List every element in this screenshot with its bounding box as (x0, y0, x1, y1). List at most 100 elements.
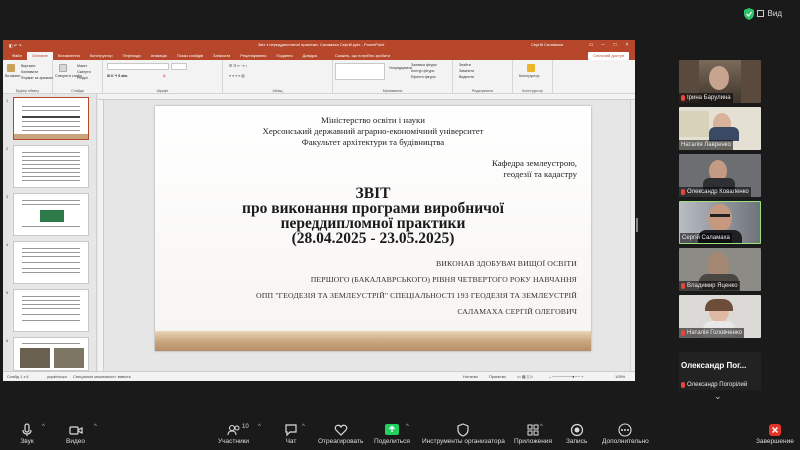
slide-editor: Міністерство освіти і науки Херсонський … (98, 94, 635, 372)
participants-options-caret[interactable]: ^ (258, 424, 261, 430)
language-indicator[interactable]: українська (47, 374, 67, 379)
participant-name: Олександр Коваленко (687, 189, 749, 195)
tell-me-search[interactable]: Скажіть, що потрібно зробити (330, 52, 395, 60)
new-slide-icon[interactable] (59, 64, 67, 72)
end-meeting-button[interactable]: Завершение (756, 423, 794, 445)
document-title: Звіт з переддипломної практики. Саламаха… (258, 42, 385, 47)
chat-bubble-icon (285, 424, 297, 437)
participants-count: 10 (242, 424, 249, 430)
heart-icon (334, 424, 348, 436)
list-buttons[interactable]: ☰ ☷ ⇤ ⇥ ↕ (229, 64, 247, 68)
zoom-slider[interactable]: – ───────●── + (549, 374, 584, 379)
chat-button[interactable]: Чат (284, 423, 298, 445)
report-subtitle-2: переддипломної практики (280, 215, 466, 232)
designer-icon[interactable] (527, 64, 535, 72)
tab-review[interactable]: Рецензування (235, 52, 271, 60)
tab-file[interactable]: Файл (7, 52, 27, 60)
tab-animations[interactable]: Анімація (146, 52, 172, 60)
participant-tile-no-video[interactable]: Олександр Погорілий (679, 352, 761, 390)
tab-home[interactable]: Основне (26, 52, 53, 60)
participant-tile[interactable]: Владимир Яценко (679, 248, 761, 291)
audio-button[interactable]: Звук (20, 423, 34, 445)
minimize-icon[interactable]: – (599, 40, 607, 50)
more-dots-icon (618, 423, 632, 437)
video-options-caret[interactable]: ^ (94, 424, 97, 430)
zoom-level[interactable]: 105% (615, 374, 625, 379)
participant-tile-active-speaker[interactable]: Сергій Саламаха (679, 201, 761, 244)
university-line: Херсонський державний аграрно-економічни… (262, 126, 484, 136)
group-designer: Конструктор Конструктор (513, 60, 553, 94)
group-clipboard: Вставити Вирізати Копіювати Формат за зр… (3, 60, 53, 94)
font-color-icon[interactable]: A (163, 74, 165, 78)
accessibility-status[interactable]: Спеціальні можливості: вивчіть (73, 374, 131, 379)
vertical-scrollbar[interactable] (630, 100, 635, 372)
apps-options-caret[interactable]: ^ (540, 424, 543, 430)
share-screen-icon (384, 424, 399, 435)
participant-tile[interactable]: Ірина Барулина (679, 60, 761, 103)
align-buttons[interactable]: ≡ ≡ ≡ ≡ ▥ (229, 74, 245, 78)
close-icon[interactable]: × (623, 40, 631, 50)
slide-thumbnail-2[interactable] (13, 145, 89, 188)
font-size-select[interactable] (171, 63, 187, 70)
video-camera-icon (68, 426, 83, 435)
share-options-caret[interactable]: ^ (406, 424, 409, 430)
participant-name: Олександр Погорілий (687, 382, 748, 388)
slide-thumbnail-6[interactable] (13, 337, 89, 371)
share-screen-button[interactable]: Поделиться (374, 423, 410, 445)
group-drawing: Упорядкувати Заливка фігури Контур фігур… (333, 60, 453, 94)
participant-tile[interactable]: Олександр Коваленко (679, 154, 761, 197)
notes-toggle[interactable]: Нотатки (463, 374, 478, 379)
department-line-1: Кафедра землеустрою, (492, 158, 577, 168)
ribbon-options-icon[interactable]: ▭ (587, 40, 595, 50)
participants-icon (226, 424, 240, 436)
tab-view[interactable]: Подання (271, 52, 297, 60)
view-button[interactable]: Вид (756, 9, 782, 18)
author-line-1: ВИКОНАВ ЗДОБУВАЧ ВИЩОЇ ОСВІТИ (435, 259, 577, 268)
maximize-icon[interactable]: □ (611, 40, 619, 50)
audio-options-caret[interactable]: ^ (42, 424, 45, 430)
status-bar: Слайд 1 з 6 українська Спеціальні можлив… (3, 371, 635, 381)
slide-thumbnail-1[interactable] (13, 97, 89, 140)
report-dates: (28.04.2025 - 23.05.2025) (291, 230, 455, 247)
tab-help[interactable]: Довідка (298, 52, 322, 60)
participant-tile[interactable]: Наталія Головченко (679, 295, 761, 338)
video-button[interactable]: Видео (66, 423, 85, 445)
font-format-buttons[interactable]: Ж К Ч S abc (107, 74, 128, 78)
view-buttons[interactable]: ▭ ▦ ▯ ▷ (517, 374, 533, 379)
shapes-gallery[interactable] (335, 63, 385, 80)
report-title: ЗВІТ (355, 185, 391, 202)
slide-thumbnail-3[interactable] (13, 193, 89, 236)
paste-icon[interactable] (7, 64, 15, 72)
participant-tile[interactable]: Наталія Лавренко (679, 107, 761, 150)
slide-thumbnail-5[interactable] (13, 289, 89, 332)
font-family-select[interactable] (107, 63, 169, 70)
meeting-top-bar: Вид (0, 0, 800, 30)
apps-button[interactable]: Приложения (514, 423, 552, 445)
author-line-2: ПЕРШОГО (БАКАЛАВРСЬКОГО) РІВНЯ ЧЕТВЕРТОГ… (310, 275, 577, 284)
tab-design[interactable]: Конструктор (85, 52, 118, 60)
panel-resize-handle[interactable] (636, 218, 638, 232)
meeting-toolbar: Звук ^ Видео ^ Участники 10 ^ Чат ^ Отре… (0, 420, 800, 450)
shield-check-icon[interactable] (744, 8, 754, 20)
comments-toggle[interactable]: Примітки (489, 374, 506, 379)
participant-name: Ірина Барулина (687, 95, 731, 101)
slide-thumbnail-4[interactable] (13, 241, 89, 284)
record-button[interactable]: Запись (566, 423, 587, 445)
tab-transitions[interactable]: Переходи (118, 52, 146, 60)
current-slide[interactable]: Міністерство освіти і науки Херсонський … (155, 106, 591, 351)
tab-record[interactable]: Записати (208, 52, 235, 60)
more-button[interactable]: Дополнительно (602, 423, 649, 445)
chat-options-caret[interactable]: ^ (302, 424, 305, 430)
report-subtitle-1: про виконання програми виробничої (242, 200, 504, 217)
tab-insert[interactable]: Вставлення (53, 52, 85, 60)
muted-mic-icon (681, 189, 685, 195)
share-access-button[interactable]: Спільний доступ (588, 52, 629, 60)
author-line-3: ОПП "ГЕОДЕЗІЯ ТА ЗЕМЛЕУСТРІЙ" СПЕЦІАЛЬНО… (256, 291, 577, 300)
host-tools-button[interactable]: Инструменты организатора (422, 423, 505, 445)
chevron-down-icon[interactable]: ⌄ (714, 391, 722, 402)
participant-name: Сергій Саламаха (682, 235, 730, 241)
tab-slideshow[interactable]: Показ слайдів (172, 52, 208, 60)
autosave-label: ◧ ↶ ↷ (9, 42, 22, 48)
participant-name: Наталія Головченко (687, 330, 742, 336)
react-button[interactable]: Отреагировать (318, 423, 363, 445)
